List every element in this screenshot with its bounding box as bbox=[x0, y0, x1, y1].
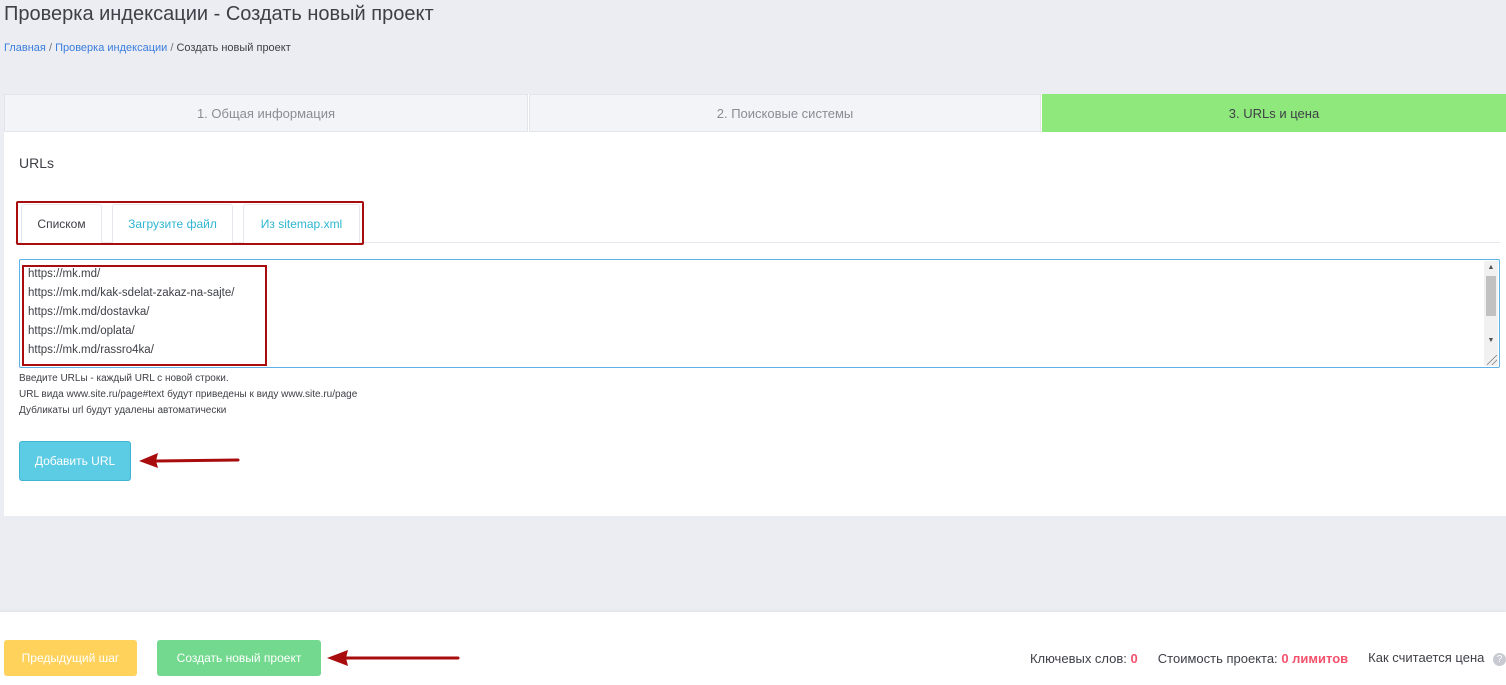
tab-sitemap[interactable]: Из sitemap.xml bbox=[243, 204, 360, 243]
arrow-left-icon bbox=[139, 453, 240, 468]
url-lines: https://mk.md/ https://mk.md/kak-sdelat-… bbox=[28, 265, 234, 360]
create-project-button[interactable]: Создать новый проект bbox=[157, 640, 321, 676]
breadcrumb: Главная / Проверка индексации / Создать … bbox=[4, 42, 291, 54]
url-line: https://mk.md/kak-sdelat-zakaz-na-sajte/ bbox=[28, 287, 235, 299]
url-line: https://mk.md/oplata/ bbox=[28, 325, 135, 337]
price-info[interactable]: Как считается цена ? bbox=[1368, 650, 1506, 666]
hint-line: Дубликаты url будут удалены автоматическ… bbox=[19, 405, 227, 416]
project-stats: Ключевых слов: 0 Стоимость проекта: 0 ли… bbox=[1010, 650, 1506, 666]
breadcrumb-section-link[interactable]: Проверка индексации bbox=[55, 42, 167, 54]
cost-label: Стоимость проекта: bbox=[1157, 650, 1278, 666]
add-url-button[interactable]: Добавить URL bbox=[19, 441, 131, 481]
keywords-label: Ключевых слов: bbox=[1029, 650, 1127, 666]
cost-stat: Стоимость проекта: 0 лимитов bbox=[1158, 651, 1348, 666]
help-icon[interactable]: ? bbox=[1493, 653, 1506, 666]
scroll-thumb[interactable] bbox=[1486, 276, 1496, 316]
scroll-down-icon[interactable]: ▼ bbox=[1484, 334, 1498, 347]
wizard-steps: 1. Общая информация 2. Поисковые системы… bbox=[4, 94, 1506, 132]
step-search-engines[interactable]: 2. Поисковые системы bbox=[529, 94, 1041, 132]
page-title: Проверка индексации - Создать новый прое… bbox=[4, 3, 434, 25]
textarea-scrollbar[interactable]: ▲ ▼ bbox=[1484, 261, 1498, 366]
keywords-stat: Ключевых слов: 0 bbox=[1030, 651, 1138, 666]
tab-upload-file[interactable]: Загрузите файл bbox=[112, 204, 233, 243]
tab-list[interactable]: Списком bbox=[21, 204, 102, 243]
previous-step-button[interactable]: Предыдущий шаг bbox=[4, 640, 137, 676]
cost-value: 0 лимитов bbox=[1281, 650, 1349, 666]
footer-bar: Предыдущий шаг Создать новый проект Ключ… bbox=[0, 612, 1506, 685]
keywords-value: 0 bbox=[1130, 650, 1138, 666]
breadcrumb-separator: / bbox=[170, 42, 174, 54]
url-line: https://mk.md/dostavka/ bbox=[28, 306, 150, 318]
breadcrumb-home-link[interactable]: Главная bbox=[4, 42, 46, 54]
step-urls-price[interactable]: 3. URLs и цена bbox=[1042, 94, 1506, 132]
wizard-card: 1. Общая информация 2. Поисковые системы… bbox=[4, 94, 1506, 516]
hint-line: Введите URLы - каждый URL с новой строки… bbox=[19, 373, 229, 384]
urls-section-label: URLs bbox=[19, 155, 55, 171]
tabs-divider bbox=[15, 242, 1500, 243]
step-general-info[interactable]: 1. Общая информация bbox=[4, 94, 528, 132]
url-line: https://mk.md/ bbox=[28, 268, 101, 280]
hint-line: URL вида www.site.ru/page#text будут при… bbox=[19, 389, 358, 400]
urls-hints: Введите URLы - каждый URL с новой строки… bbox=[19, 371, 357, 419]
breadcrumb-current: Создать новый проект bbox=[176, 42, 291, 54]
scroll-up-icon[interactable]: ▲ bbox=[1484, 261, 1498, 274]
urls-textarea[interactable]: https://mk.md/ https://mk.md/kak-sdelat-… bbox=[19, 259, 1500, 368]
arrow-left-icon bbox=[327, 650, 460, 666]
url-line: https://mk.md/rassro4ka/ bbox=[28, 344, 154, 356]
resize-grip-icon[interactable] bbox=[1487, 355, 1497, 365]
price-info-label[interactable]: Как считается цена bbox=[1368, 650, 1484, 665]
breadcrumb-separator: / bbox=[48, 42, 52, 54]
